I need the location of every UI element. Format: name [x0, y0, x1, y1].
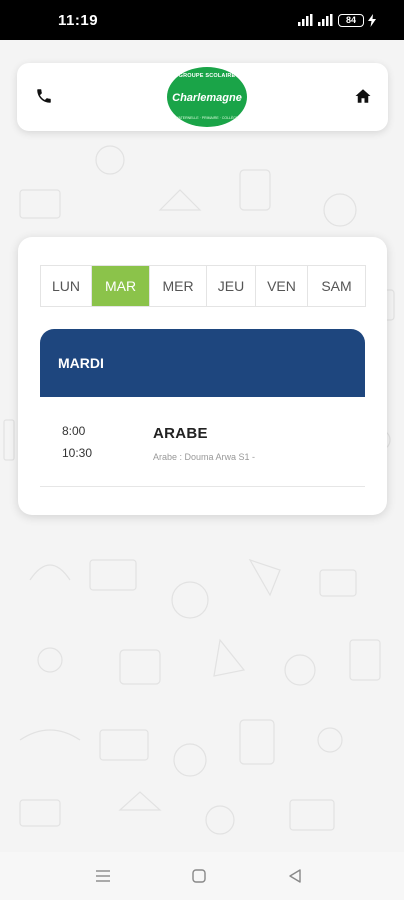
tab-mer[interactable]: MER	[150, 266, 207, 306]
tab-ven[interactable]: VEN	[256, 266, 308, 306]
lesson-item[interactable]: 8:00 10:30 ARABE Arabe : Douma Arwa S1 -	[40, 397, 365, 487]
lesson-start-time: 8:00	[62, 424, 86, 438]
school-logo: GROUPE SCOLAIRE Charlemagne MATERNELLE ·…	[167, 67, 247, 127]
day-tabs: LUN MAR MER JEU VEN SAM	[40, 265, 366, 307]
signal-icon	[298, 14, 313, 26]
tab-mar[interactable]: MAR	[92, 266, 150, 306]
back-icon[interactable]	[286, 867, 304, 885]
logo-bottom-text: MATERNELLE · PRIMAIRE · COLLÈGE	[175, 116, 239, 120]
lesson-end-time: 10:30	[62, 446, 93, 460]
status-icons: 84	[298, 13, 376, 27]
status-time: 11:19	[58, 11, 99, 29]
menu-icon[interactable]	[94, 867, 112, 885]
lesson-subject: ARABE	[153, 425, 208, 442]
logo-top-text: GROUPE SCOLAIRE	[178, 73, 236, 79]
home-icon[interactable]	[354, 87, 372, 105]
system-nav-bar	[0, 852, 404, 900]
signal-icon-2	[318, 14, 333, 26]
header-card: GROUPE SCOLAIRE Charlemagne MATERNELLE ·…	[17, 63, 388, 131]
lesson-detail: Arabe : Douma Arwa S1 -	[153, 452, 256, 462]
tab-sam[interactable]: SAM	[308, 266, 365, 306]
schedule-card: LUN MAR MER JEU VEN SAM MARDI 8:00 10:30…	[18, 237, 387, 515]
phone-icon[interactable]	[35, 87, 53, 105]
day-title: MARDI	[40, 329, 365, 397]
tab-lun[interactable]: LUN	[41, 266, 92, 306]
charging-icon	[368, 13, 376, 27]
logo-name: Charlemagne	[172, 92, 242, 104]
tab-jeu[interactable]: JEU	[207, 266, 256, 306]
status-bar: 11:19 84	[0, 0, 404, 40]
home-square-icon[interactable]	[190, 867, 208, 885]
battery-level: 84	[345, 15, 356, 25]
battery-indicator: 84	[338, 13, 364, 27]
